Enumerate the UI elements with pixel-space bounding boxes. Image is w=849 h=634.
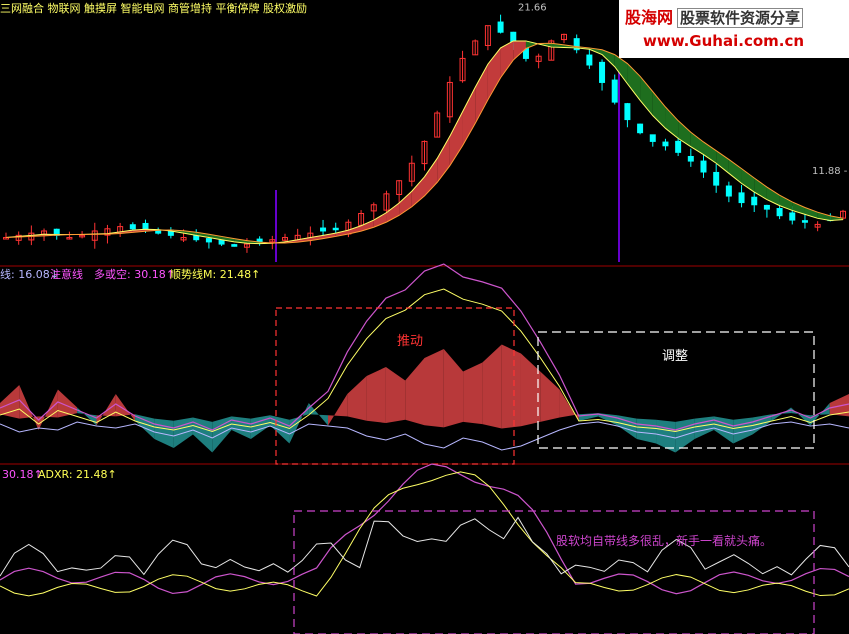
candle-body xyxy=(713,171,720,186)
price-low-label: 11.88 - 1 xyxy=(812,166,849,177)
ribbon-segment xyxy=(475,64,488,124)
oscillator-segment xyxy=(347,376,367,421)
candle-body xyxy=(218,239,225,245)
candle-body xyxy=(611,79,618,103)
candle-body xyxy=(586,54,593,66)
oscillator-segment xyxy=(694,416,714,439)
watermark-slogan: 股票软件资源分享 xyxy=(677,8,804,28)
adjust-label: 调整 xyxy=(662,349,688,364)
ribbon-segment xyxy=(703,141,717,164)
candle-body xyxy=(801,220,808,223)
ribbon-segment xyxy=(728,159,742,184)
price-high-label: 21.66 xyxy=(518,2,547,13)
oscillator-segment xyxy=(636,418,657,444)
candle-body xyxy=(320,227,327,232)
oscillator-segment xyxy=(520,353,541,427)
stock-chart: 推动 调整 股软均自带线多很乱，新手一看就头痛。 三网融合 物联网 触摸屏 智能… xyxy=(0,1,849,634)
candle-body xyxy=(637,123,644,134)
top-header: 三网融合 物联网 触摸屏 智能电网 商管增持 平衡停牌 股权激励 xyxy=(0,1,307,15)
candle-body xyxy=(763,204,770,210)
push-label: 推动 xyxy=(397,334,423,349)
oscillator-segment xyxy=(540,371,560,422)
ribbon-segment xyxy=(652,91,666,129)
note-label: 股软均自带线多很乱，新手一看就头痛。 xyxy=(556,533,772,548)
candle-body xyxy=(687,155,694,162)
legend-item: 多或空: 30.18↑ xyxy=(94,267,175,281)
candle-body xyxy=(231,244,238,247)
ribbon-segment xyxy=(462,87,476,146)
panel2-legend: 线: 16.08↓ 注意线 多或空: 30.18↑ 顺势线M: 21.48↑ xyxy=(0,267,260,281)
oscillator-segment xyxy=(501,344,521,429)
oscillator-segment xyxy=(482,344,502,429)
watermark-title: 股海网 股票软件资源分享 xyxy=(625,4,804,28)
oscillator-segment xyxy=(366,367,386,423)
oscillator-segment xyxy=(385,367,406,423)
legend-item: 注意线 xyxy=(50,267,83,281)
candle-body xyxy=(776,208,783,217)
candle-body xyxy=(725,185,732,197)
ribbon-segment xyxy=(640,76,653,116)
candle-body xyxy=(700,160,707,173)
oscillator-segment xyxy=(463,362,483,425)
oscillator-segment xyxy=(443,349,464,428)
legend-item: 30.18↑ xyxy=(2,468,43,481)
candle-body xyxy=(649,134,656,142)
legend-item: 顺势线M: 21.48↑ xyxy=(170,267,260,281)
watermark-logo: 股海网 股票软件资源分享 www.Guhai.com.cn xyxy=(619,0,849,58)
ribbon-segment xyxy=(437,136,450,183)
legend-item: ADXR: 21.48↑ xyxy=(38,468,117,481)
candle-body xyxy=(205,238,212,243)
candle-body xyxy=(675,140,682,153)
oscillator-segment xyxy=(328,394,348,426)
candle-body xyxy=(599,61,606,83)
oscillator-area xyxy=(0,263,849,453)
watermark-url: www.Guhai.com.cn xyxy=(643,32,805,50)
oscillator-segment xyxy=(38,389,58,430)
candle-body xyxy=(129,224,136,230)
candle-body xyxy=(662,141,669,147)
panel3-legend: 30.18↑ ADXR: 21.48↑ xyxy=(2,468,117,481)
oscillator-segment xyxy=(231,416,251,439)
oscillator-segment xyxy=(154,418,174,448)
ribbon-segment xyxy=(449,111,463,166)
oscillator-segment xyxy=(405,358,425,426)
candle-body xyxy=(155,229,162,234)
oscillator-segment xyxy=(424,349,444,428)
ribbon-segment xyxy=(741,168,755,193)
oscillator-segment xyxy=(19,385,39,430)
watermark-site: 股海网 xyxy=(625,8,674,27)
ribbon-segment xyxy=(690,132,704,155)
candle-body xyxy=(624,103,631,121)
candle-body xyxy=(738,192,745,204)
candle-body xyxy=(497,21,504,33)
ribbon-segment xyxy=(627,63,641,101)
adx-lines xyxy=(0,463,849,597)
candle-body xyxy=(789,212,796,221)
ribbon-segment xyxy=(716,150,729,174)
candle-body xyxy=(332,227,339,231)
candle-body xyxy=(751,196,758,206)
adx-line xyxy=(0,463,849,595)
oscillator-segment xyxy=(810,403,830,426)
